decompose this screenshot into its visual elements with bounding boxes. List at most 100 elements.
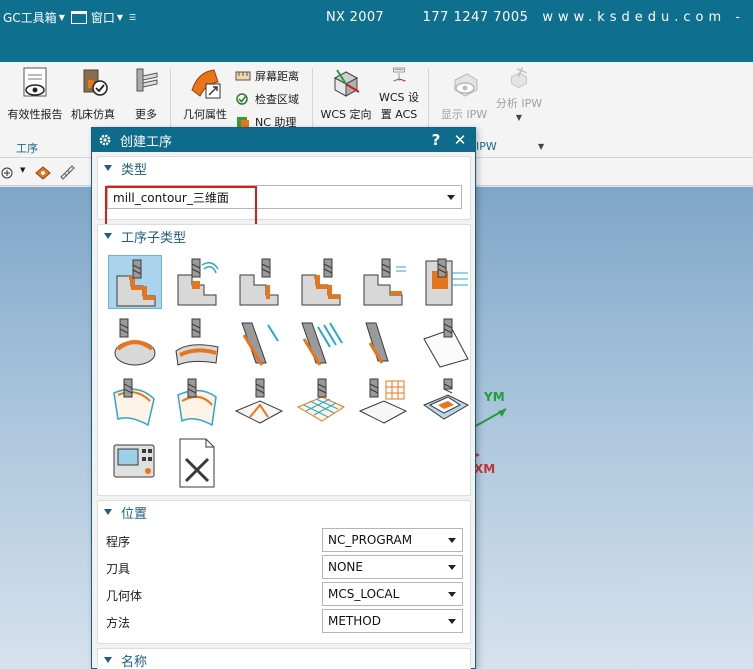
location-row-program: 程序 NC_PROGRAM [106, 528, 466, 552]
location-row-method: 方法 METHOD [106, 609, 466, 633]
geometry-props-button[interactable]: 几何属性 [180, 66, 230, 122]
more-label: 更多 [135, 108, 157, 121]
chevron-down-icon [447, 195, 455, 200]
type-section-header[interactable]: 类型 [98, 157, 470, 179]
solid-profile-3d-icon [234, 378, 284, 424]
contour-area-icon [175, 318, 219, 366]
part-color-icon[interactable] [34, 163, 52, 181]
validity-report-icon [23, 67, 47, 97]
zlevel-profile-steep-op-icon[interactable] [170, 255, 224, 309]
location-row-geometry: 几何体 MCS_LOCAL [106, 582, 466, 606]
solid-profile-3d-op-icon[interactable] [232, 375, 286, 429]
screen-distance-button[interactable]: 屏幕距离 [235, 68, 299, 84]
mill-user-icon [422, 378, 470, 420]
method-value: METHOD [328, 614, 381, 628]
wcs-orient-label: WCS 定向 [320, 108, 372, 121]
machine-control-op-icon[interactable] [108, 435, 162, 489]
wcs-orient-button[interactable]: WCS 定向 [318, 66, 374, 122]
operation-icon[interactable] [0, 163, 18, 181]
screen-distance-label: 屏幕距离 [255, 70, 299, 83]
contact-phone: 177 1247 7005 [422, 10, 529, 25]
flowcut-single-icon [113, 378, 155, 427]
subtype-section: 工序子类型 [97, 224, 471, 496]
tool-label: 刀具 [106, 562, 131, 576]
streamline-icon [301, 322, 343, 366]
chevron-down-icon [448, 592, 456, 597]
zlevel-corner-icon [239, 258, 279, 306]
tool-value: NONE [328, 560, 363, 574]
contour-surface-area-icon [241, 322, 279, 366]
check-area-button[interactable]: 检查区域 [235, 91, 299, 107]
chevron-down-icon [448, 565, 456, 570]
validity-report-button[interactable]: 有效性报告 [6, 66, 64, 122]
location-section-header[interactable]: 位置 [98, 501, 470, 523]
check-area-label: 检查区域 [255, 93, 299, 106]
collapse-icon [104, 657, 112, 663]
zlevel-profile-op-icon[interactable] [108, 255, 162, 309]
analyze-ipw-label: 分析 IPW [495, 97, 543, 110]
analyze-ipw-icon [511, 67, 527, 89]
cavity-mill-op-icon[interactable] [294, 255, 348, 309]
contour-surface-area-op-icon[interactable] [232, 315, 286, 369]
contour-area-nonsteep-op-icon[interactable] [356, 315, 410, 369]
show-ipw-button[interactable]: 显示 IPW [436, 66, 492, 122]
program-select[interactable]: NC_PROGRAM [322, 528, 463, 552]
ruler-icon [235, 71, 251, 81]
gear-icon [99, 134, 111, 146]
axis-x-label: XM [474, 462, 496, 476]
contact-website: www.ksdedu.com - [542, 10, 745, 25]
fixed-contour-op-icon[interactable] [108, 315, 162, 369]
create-operation-dialog: 创建工序 ? ✕ 类型 mill_contour_三维面 工序子类型 位置 程序 [91, 127, 476, 669]
type-select-value: mill_contour_三维面 [113, 190, 229, 205]
contour-area-op-icon[interactable] [170, 315, 224, 369]
zlevel-profile-icon [116, 259, 156, 307]
rest-milling-op-icon[interactable] [356, 255, 410, 309]
dialog-header[interactable]: 创建工序 ? ✕ [92, 128, 475, 152]
method-select[interactable]: METHOD [322, 609, 463, 633]
type-section: 类型 mill_contour_三维面 [97, 156, 471, 226]
contour-text-op-icon[interactable] [294, 375, 348, 429]
chevron-down-icon [448, 619, 456, 624]
mill-user-op-icon[interactable] [418, 375, 472, 429]
collapse-icon [104, 233, 112, 239]
help-button[interactable]: ? [427, 131, 445, 149]
more-icon [136, 68, 158, 92]
subtype-section-header[interactable]: 工序子类型 [98, 225, 470, 247]
contour-area-dir-steep-op-icon[interactable] [418, 315, 472, 369]
streamline-op-icon[interactable] [294, 315, 348, 369]
type-select[interactable]: mill_contour_三维面 [107, 185, 462, 209]
zlevel-corner-op-icon[interactable] [232, 255, 286, 309]
contour-area-nonsteep-icon [365, 322, 389, 364]
machine-sim-button[interactable]: 机床仿真 [68, 66, 118, 122]
chevron-down-icon[interactable]: ▼ [20, 166, 25, 174]
contour-area-dir-steep-icon [423, 318, 469, 368]
measure-icon[interactable] [58, 163, 76, 181]
program-value: NC_PROGRAM [328, 533, 413, 547]
title-bar: GC工具箱 ▼ 窗口 ▼ ☰ NX 2007 177 1247 7005 www.… [0, 0, 753, 62]
geometry-select[interactable]: MCS_LOCAL [322, 582, 463, 606]
axis-y-label: YM [484, 390, 505, 404]
validity-report-label: 有效性报告 [7, 108, 63, 121]
group-expand-icon[interactable]: ▼ [538, 142, 544, 151]
method-label: 方法 [106, 616, 131, 630]
tool-select[interactable]: NONE [322, 555, 463, 579]
plunge-milling-op-icon[interactable] [418, 255, 472, 309]
name-section-header[interactable]: 名称 [98, 649, 470, 669]
more-button[interactable]: 更多 [128, 66, 164, 122]
mill-control-op-icon[interactable] [356, 375, 410, 429]
location-row-tool: 刀具 NONE [106, 555, 466, 579]
analyze-ipw-button[interactable]: 分析 IPW ▼ [494, 66, 544, 122]
cavity-mill-icon [301, 258, 341, 306]
close-button[interactable]: ✕ [451, 131, 469, 149]
zlevel-profile-steep-icon [177, 258, 219, 306]
plunge-milling-icon [425, 258, 468, 306]
geometry-props-icon [191, 69, 221, 99]
subtype-section-title: 工序子类型 [121, 230, 187, 246]
wcs-set-acs-button[interactable]: WCS 设 置 ACS [376, 66, 422, 122]
fixed-contour-icon [114, 318, 156, 366]
flowcut-single-op-icon[interactable] [108, 375, 162, 429]
geometry-value: MCS_LOCAL [328, 587, 400, 601]
mill-user-defined-icon [179, 438, 215, 488]
mill-user-defined-op-icon[interactable] [170, 435, 224, 489]
flowcut-multiple-op-icon[interactable] [170, 375, 224, 429]
